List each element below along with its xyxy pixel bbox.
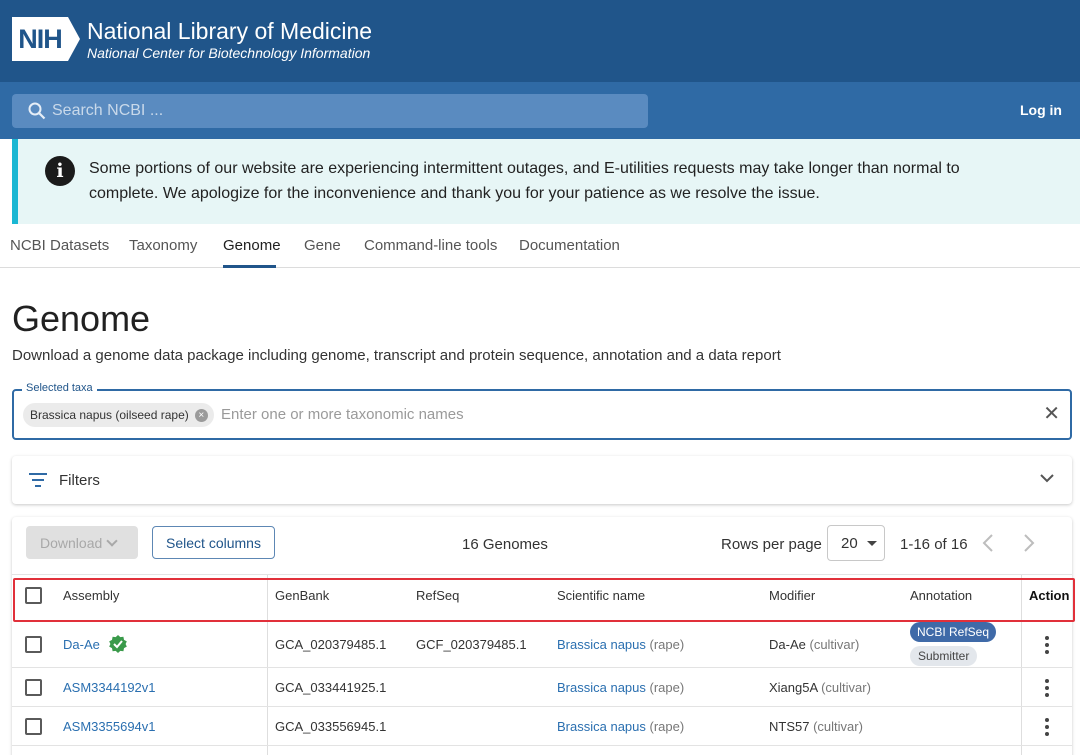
genome-count: 16 Genomes [462,536,548,553]
column-divider [1021,574,1022,755]
dropdown-arrow-icon [866,540,877,546]
scientific-name-link[interactable]: Brassica napus [557,680,646,695]
annotation-badge-refseq[interactable]: NCBI RefSeq [910,622,997,642]
rows-per-page-label: Rows per page [721,536,822,553]
chevron-down-icon[interactable] [1040,473,1054,483]
col-refseq[interactable]: RefSeq [416,588,459,603]
outage-alert: i Some portions of our website are exper… [12,139,1080,224]
row-divider [12,706,1072,707]
scientific-name-link[interactable]: Brassica napus [557,719,646,734]
nih-logo-arrow [68,17,80,61]
select-columns-button[interactable]: Select columns [152,526,275,559]
col-genbank[interactable]: GenBank [275,588,329,603]
taxon-chip-label: Brassica napus (oilseed rape) [30,408,189,422]
common-name: (rape) [649,637,685,652]
genbank-accession: GCA_033556945.1 [275,719,387,734]
modifier: NTS57 (cultivar) [769,719,863,734]
refseq-accession: GCF_020379485.1 [416,637,527,652]
genbank-accession: GCA_033441925.1 [275,680,387,695]
common-name: (rape) [649,719,685,734]
tab-taxonomy[interactable]: Taxonomy [129,237,197,254]
chevron-left-icon[interactable] [982,534,994,552]
header-top-line [12,574,1072,575]
alert-message: Some portions of our website are experie… [89,156,989,206]
genbank-accession: GCA_020379485.1 [275,637,387,652]
download-button[interactable]: Download [26,526,138,559]
more-vert-icon[interactable] [1045,718,1049,739]
row-divider [12,745,1072,746]
scientific-name: Brassica napus (rape) [557,637,684,652]
tab-genome[interactable]: Genome [223,237,281,254]
col-action: Action [1029,588,1070,603]
modifier-type: (cultivar) [809,637,860,652]
download-label: Download [40,534,103,551]
site-subtitle: National Center for Biotechnology Inform… [87,45,371,61]
row-checkbox[interactable] [25,679,42,696]
nih-logo-text: NIH [12,17,68,61]
column-divider [267,574,268,755]
col-scientific-name[interactable]: Scientific name [557,588,645,603]
scientific-name: Brassica napus (rape) [557,719,684,734]
row-checkbox[interactable] [25,718,42,735]
scientific-name: Brassica napus (rape) [557,680,684,695]
taxon-chip[interactable]: Brassica napus (oilseed rape) × [23,403,214,427]
genome-table-card: Download Select columns 16 Genomes Rows … [12,517,1075,755]
search-placeholder: Search NCBI ... [52,102,164,119]
modifier-type: (cultivar) [821,680,871,695]
col-modifier[interactable]: Modifier [769,588,815,603]
filters-label: Filters [59,472,100,489]
tab-gene[interactable]: Gene [304,237,341,254]
search-icon [28,102,46,120]
alert-line-1: Some portions of our website are experie… [89,160,960,177]
taxa-placeholder: Enter one or more taxonomic names [221,406,464,423]
assembly-link[interactable]: Da-Ae [63,637,100,652]
info-icon: i [45,156,75,186]
modifier: Da-Ae (cultivar) [769,637,859,652]
modifier-value: NTS57 [769,719,810,734]
taxa-input[interactable]: Selected taxa Brassica napus (oilseed ra… [12,382,1072,440]
rows-per-page-select[interactable]: 20 [827,525,885,561]
filter-icon [29,473,47,487]
modifier-value: Da-Ae [769,637,806,652]
taxa-label: Selected taxa [22,382,97,394]
clear-icon[interactable]: ✕ [1043,404,1060,424]
tab-documentation[interactable]: Documentation [519,237,620,254]
more-vert-icon[interactable] [1045,636,1049,657]
select-all-checkbox[interactable] [25,587,42,604]
datasets-nav: NCBI Datasets Taxonomy Genome Gene Comma… [0,224,1080,268]
more-vert-icon[interactable] [1045,679,1049,700]
verified-check-icon [109,635,127,653]
filters-panel[interactable]: Filters [12,456,1072,504]
page-range: 1-16 of 16 [900,536,968,553]
scientific-name-link[interactable]: Brassica napus [557,637,646,652]
annotation-badge-submitter[interactable]: Submitter [910,646,978,666]
row-divider [12,667,1072,668]
tab-command-line-tools[interactable]: Command-line tools [364,237,497,254]
chevron-right-icon[interactable] [1023,534,1035,552]
alert-line-2: complete. We apologize for the inconveni… [89,185,820,202]
rows-per-page-value: 20 [841,534,858,552]
tab-ncbi-datasets[interactable]: NCBI Datasets [10,237,109,254]
login-link[interactable]: Log in [1020,102,1062,118]
common-name: (rape) [649,680,685,695]
chip-remove-icon[interactable]: × [194,408,208,422]
page-title: Genome [12,298,151,339]
modifier: Xiang5A (cultivar) [769,680,871,695]
active-tab-indicator [223,265,276,268]
search-input[interactable]: Search NCBI ... [12,94,648,128]
site-header: NIH National Library of Medicine Nationa… [0,0,1080,82]
nih-logo[interactable]: NIH [12,17,80,61]
page-description: Download a genome data package including… [12,347,781,364]
chevron-down-icon [106,534,118,547]
search-band: Search NCBI ... Log in [0,82,1080,139]
site-title[interactable]: National Library of Medicine [87,18,372,45]
modifier-type: (cultivar) [813,719,863,734]
modifier-value: Xiang5A [769,680,818,695]
col-assembly[interactable]: Assembly [63,588,119,603]
assembly-link[interactable]: ASM3344192v1 [63,680,156,695]
assembly-link[interactable]: ASM3355694v1 [63,719,156,734]
row-checkbox[interactable] [25,636,42,653]
col-annotation[interactable]: Annotation [910,588,972,603]
